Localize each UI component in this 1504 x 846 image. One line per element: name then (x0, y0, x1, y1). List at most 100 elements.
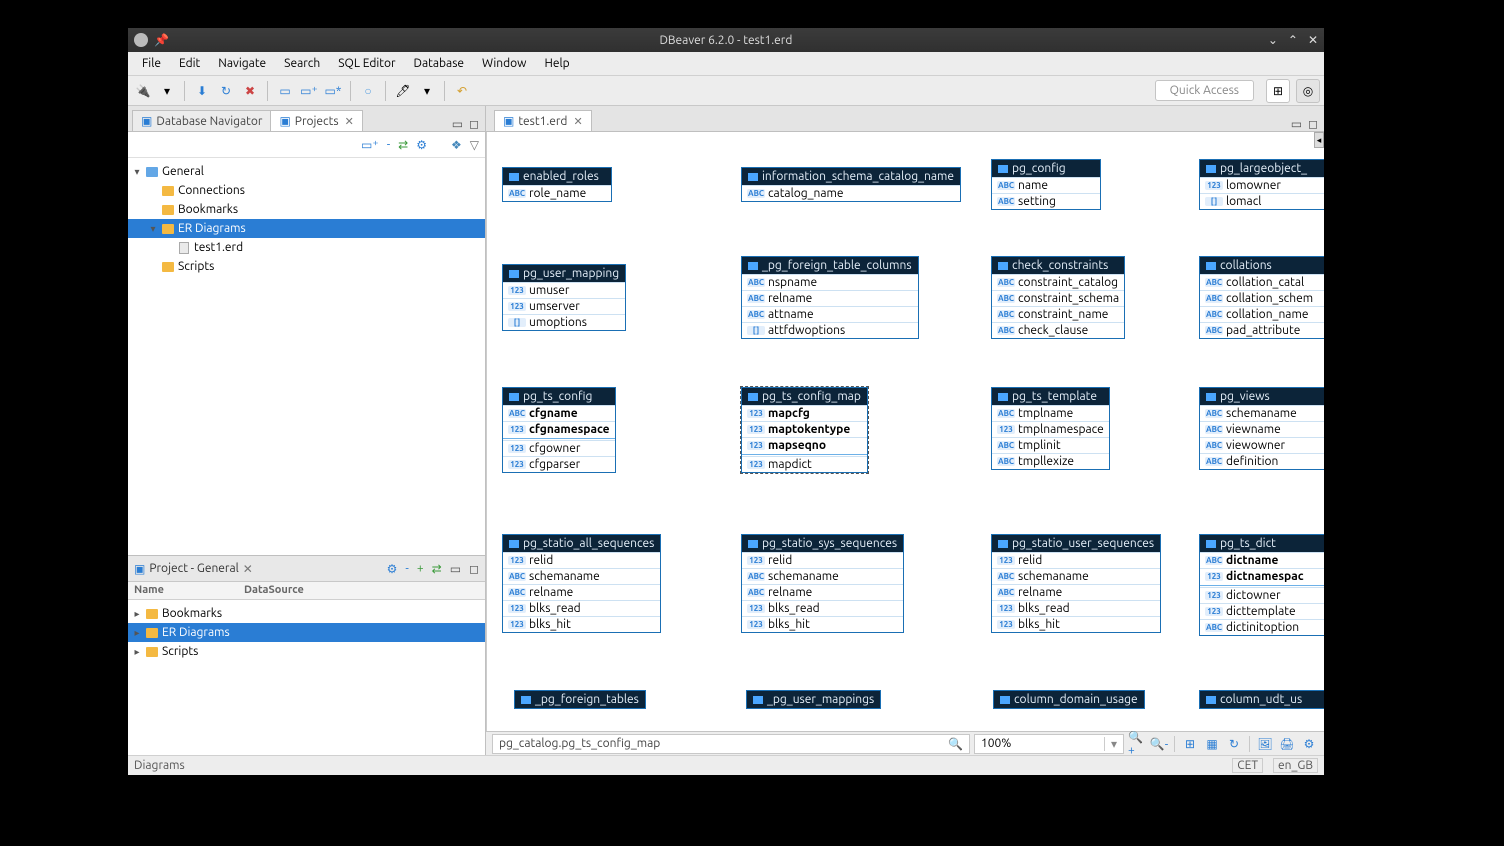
column-constraint_schema[interactable]: ABCconstraint_schema (992, 290, 1124, 306)
column-schemaname[interactable]: ABCschemaname (1200, 405, 1324, 421)
tree-item-test1-erd[interactable]: test1.erd (128, 238, 485, 257)
collapse-icon[interactable]: - (405, 562, 408, 576)
column-attfdwoptions[interactable]: []attfdwoptions (742, 322, 918, 338)
entity-pg-statio-all-sequences[interactable]: pg_statio_all_sequences123relidABCschema… (502, 534, 661, 633)
column-blks_read[interactable]: 123blks_read (503, 600, 660, 616)
chevron-down-icon[interactable]: ▾ (1104, 737, 1117, 751)
entity-pg-ts-template[interactable]: pg_ts_templateABCtmplname123tmplnamespac… (991, 387, 1110, 470)
editor-tab-test1erd[interactable]: ▣test1.erd ✕ (494, 110, 592, 131)
entity-enabled-roles[interactable]: enabled_rolesABCrole_name (502, 167, 612, 202)
entity-check-constraints[interactable]: check_constraintsABCconstraint_catalogAB… (991, 256, 1125, 339)
column-dictnamespac[interactable]: 123dictnamespac (1200, 568, 1324, 584)
entity--pg-foreign-tables[interactable]: _pg_foreign_tables (514, 690, 646, 709)
titlebar[interactable]: 📌 DBeaver 6.2.0 - test1.erd ⌄ ⌃ ✕ (128, 28, 1324, 52)
project-tree[interactable]: ▸Bookmarks▸ER Diagrams▸Scripts (128, 600, 485, 755)
tree-item-scripts[interactable]: ▸Scripts (128, 642, 485, 661)
commit-button[interactable]: ○ (357, 80, 379, 102)
column-check_clause[interactable]: ABCcheck_clause (992, 322, 1124, 338)
column-blks_hit[interactable]: 123blks_hit (992, 616, 1160, 632)
link-icon[interactable]: ⇄ (432, 562, 442, 576)
sql-editor-button[interactable]: ▭ (274, 80, 296, 102)
zoom-select[interactable]: 100%▾ (974, 734, 1124, 754)
column-mapcfg[interactable]: 123mapcfg (742, 405, 867, 421)
column-cfgnamespace[interactable]: 123cfgnamespace (503, 421, 615, 437)
print-icon[interactable]: 🖨 (1278, 735, 1296, 753)
column-cfgparser[interactable]: 123cfgparser (503, 456, 615, 472)
column-definition[interactable]: ABCdefinition (1200, 453, 1324, 469)
gear-icon[interactable]: ⚙ (387, 562, 398, 576)
entity-pg-largeobject-[interactable]: pg_largeobject_123lomowner[]lomacl (1199, 159, 1324, 210)
column-schemaname[interactable]: ABCschemaname (503, 568, 660, 584)
minimize-view-icon[interactable]: ▭ (450, 562, 461, 576)
entity-collations[interactable]: collationsABCcollation_catalABCcollation… (1199, 256, 1324, 339)
column-blks_read[interactable]: 123blks_read (992, 600, 1160, 616)
column-tmplnamespace[interactable]: 123tmplnamespace (992, 421, 1109, 437)
grid-icon[interactable]: ▦ (1203, 735, 1221, 753)
close-icon[interactable]: ✕ (573, 115, 582, 128)
add-icon[interactable]: + (417, 562, 424, 576)
dropdown-icon[interactable]: ▾ (156, 80, 178, 102)
export-image-icon[interactable]: 🖼 (1256, 735, 1274, 753)
column-attname[interactable]: ABCattname (742, 306, 918, 322)
menu-file[interactable]: File (134, 55, 169, 72)
pin-icon[interactable]: 📌 (154, 33, 169, 47)
tab-database-navigator[interactable]: ▣Database Navigator (132, 110, 271, 131)
column-collation_catal[interactable]: ABCcollation_catal (1200, 274, 1324, 290)
close-icon[interactable]: ✕ (345, 115, 354, 128)
reconnect-button[interactable]: ↻ (215, 80, 237, 102)
menu-search[interactable]: Search (276, 55, 328, 72)
column-lomowner[interactable]: 123lomowner (1200, 177, 1324, 193)
column-mapdict[interactable]: 123mapdict (742, 456, 867, 472)
entity-column-domain-usage[interactable]: column_domain_usage (993, 690, 1145, 709)
column-collation_schem[interactable]: ABCcollation_schem (1200, 290, 1324, 306)
perspective-open-button[interactable]: ⊞ (1266, 79, 1290, 103)
entity-pg-user-mapping[interactable]: pg_user_mapping123umuser123umserver[]umo… (502, 264, 626, 331)
close-button[interactable]: ✕ (1308, 33, 1318, 47)
column-schemaname[interactable]: ABCschemaname (742, 568, 903, 584)
entity-pg-views[interactable]: pg_viewsABCschemanameABCviewnameABCviewo… (1199, 387, 1324, 470)
settings-icon[interactable]: ⚙ (416, 138, 427, 152)
column-relname[interactable]: ABCrelname (742, 290, 918, 306)
filter-icon[interactable]: ❖ (451, 138, 462, 152)
column-dicttemplate[interactable]: 123dicttemplate (1200, 603, 1324, 619)
entity-pg-statio-user-sequences[interactable]: pg_statio_user_sequences123relidABCschem… (991, 534, 1161, 633)
disconnect-button[interactable]: ✖ (239, 80, 261, 102)
connect-button[interactable]: ⬇ (191, 80, 213, 102)
tree-item-er-diagrams[interactable]: ▾ER Diagrams (128, 219, 485, 238)
column-catalog_name[interactable]: ABCcatalog_name (742, 185, 960, 201)
column-pad_attribute[interactable]: ABCpad_attribute (1200, 322, 1324, 338)
menu-navigate[interactable]: Navigate (210, 55, 274, 72)
column-relname[interactable]: ABCrelname (742, 584, 903, 600)
column-relname[interactable]: ABCrelname (992, 584, 1160, 600)
maximize-button[interactable]: ⌃ (1288, 33, 1298, 47)
minimize-button[interactable]: ⌄ (1268, 33, 1278, 47)
column-tmplname[interactable]: ABCtmplname (992, 405, 1109, 421)
column-maptokentype[interactable]: 123maptokentype (742, 421, 867, 437)
column-tmplinit[interactable]: ABCtmplinit (992, 437, 1109, 453)
column-relid[interactable]: 123relid (742, 552, 903, 568)
column-relid[interactable]: 123relid (503, 552, 660, 568)
column-dictinitoption[interactable]: ABCdictinitoption (1200, 619, 1324, 635)
column-blks_hit[interactable]: 123blks_hit (742, 616, 903, 632)
column-blks_hit[interactable]: 123blks_hit (503, 616, 660, 632)
tree-item-bookmarks[interactable]: ▸Bookmarks (128, 604, 485, 623)
zoom-in-icon[interactable]: 🔍+ (1128, 735, 1146, 753)
tree-item-general[interactable]: ▾General (128, 162, 485, 181)
tab-projects[interactable]: ▣Projects ✕ (270, 110, 362, 131)
column-lomacl[interactable]: []lomacl (1200, 193, 1324, 209)
column-dictowner[interactable]: 123dictowner (1200, 587, 1324, 603)
menu-sql-editor[interactable]: SQL Editor (330, 55, 403, 72)
collapse-handle[interactable]: ◂ (1314, 132, 1324, 148)
menu-database[interactable]: Database (406, 55, 473, 72)
entity-pg-ts-config-map[interactable]: pg_ts_config_map123mapcfg123maptokentype… (741, 387, 868, 473)
column-collation_name[interactable]: ABCcollation_name (1200, 306, 1324, 322)
menu-help[interactable]: Help (537, 55, 578, 72)
undo-button[interactable]: ↶ (451, 80, 473, 102)
entity--pg-foreign-table-columns[interactable]: _pg_foreign_table_columnsABCnspnameABCre… (741, 256, 919, 339)
tool-button[interactable]: 🖊 (392, 80, 414, 102)
layout-icon[interactable]: ⊞ (1181, 735, 1199, 753)
column-setting[interactable]: ABCsetting (992, 193, 1100, 209)
column-schemaname[interactable]: ABCschemaname (992, 568, 1160, 584)
view-menu-icon[interactable]: ▽ (470, 138, 479, 152)
column-dictname[interactable]: ABCdictname (1200, 552, 1324, 568)
